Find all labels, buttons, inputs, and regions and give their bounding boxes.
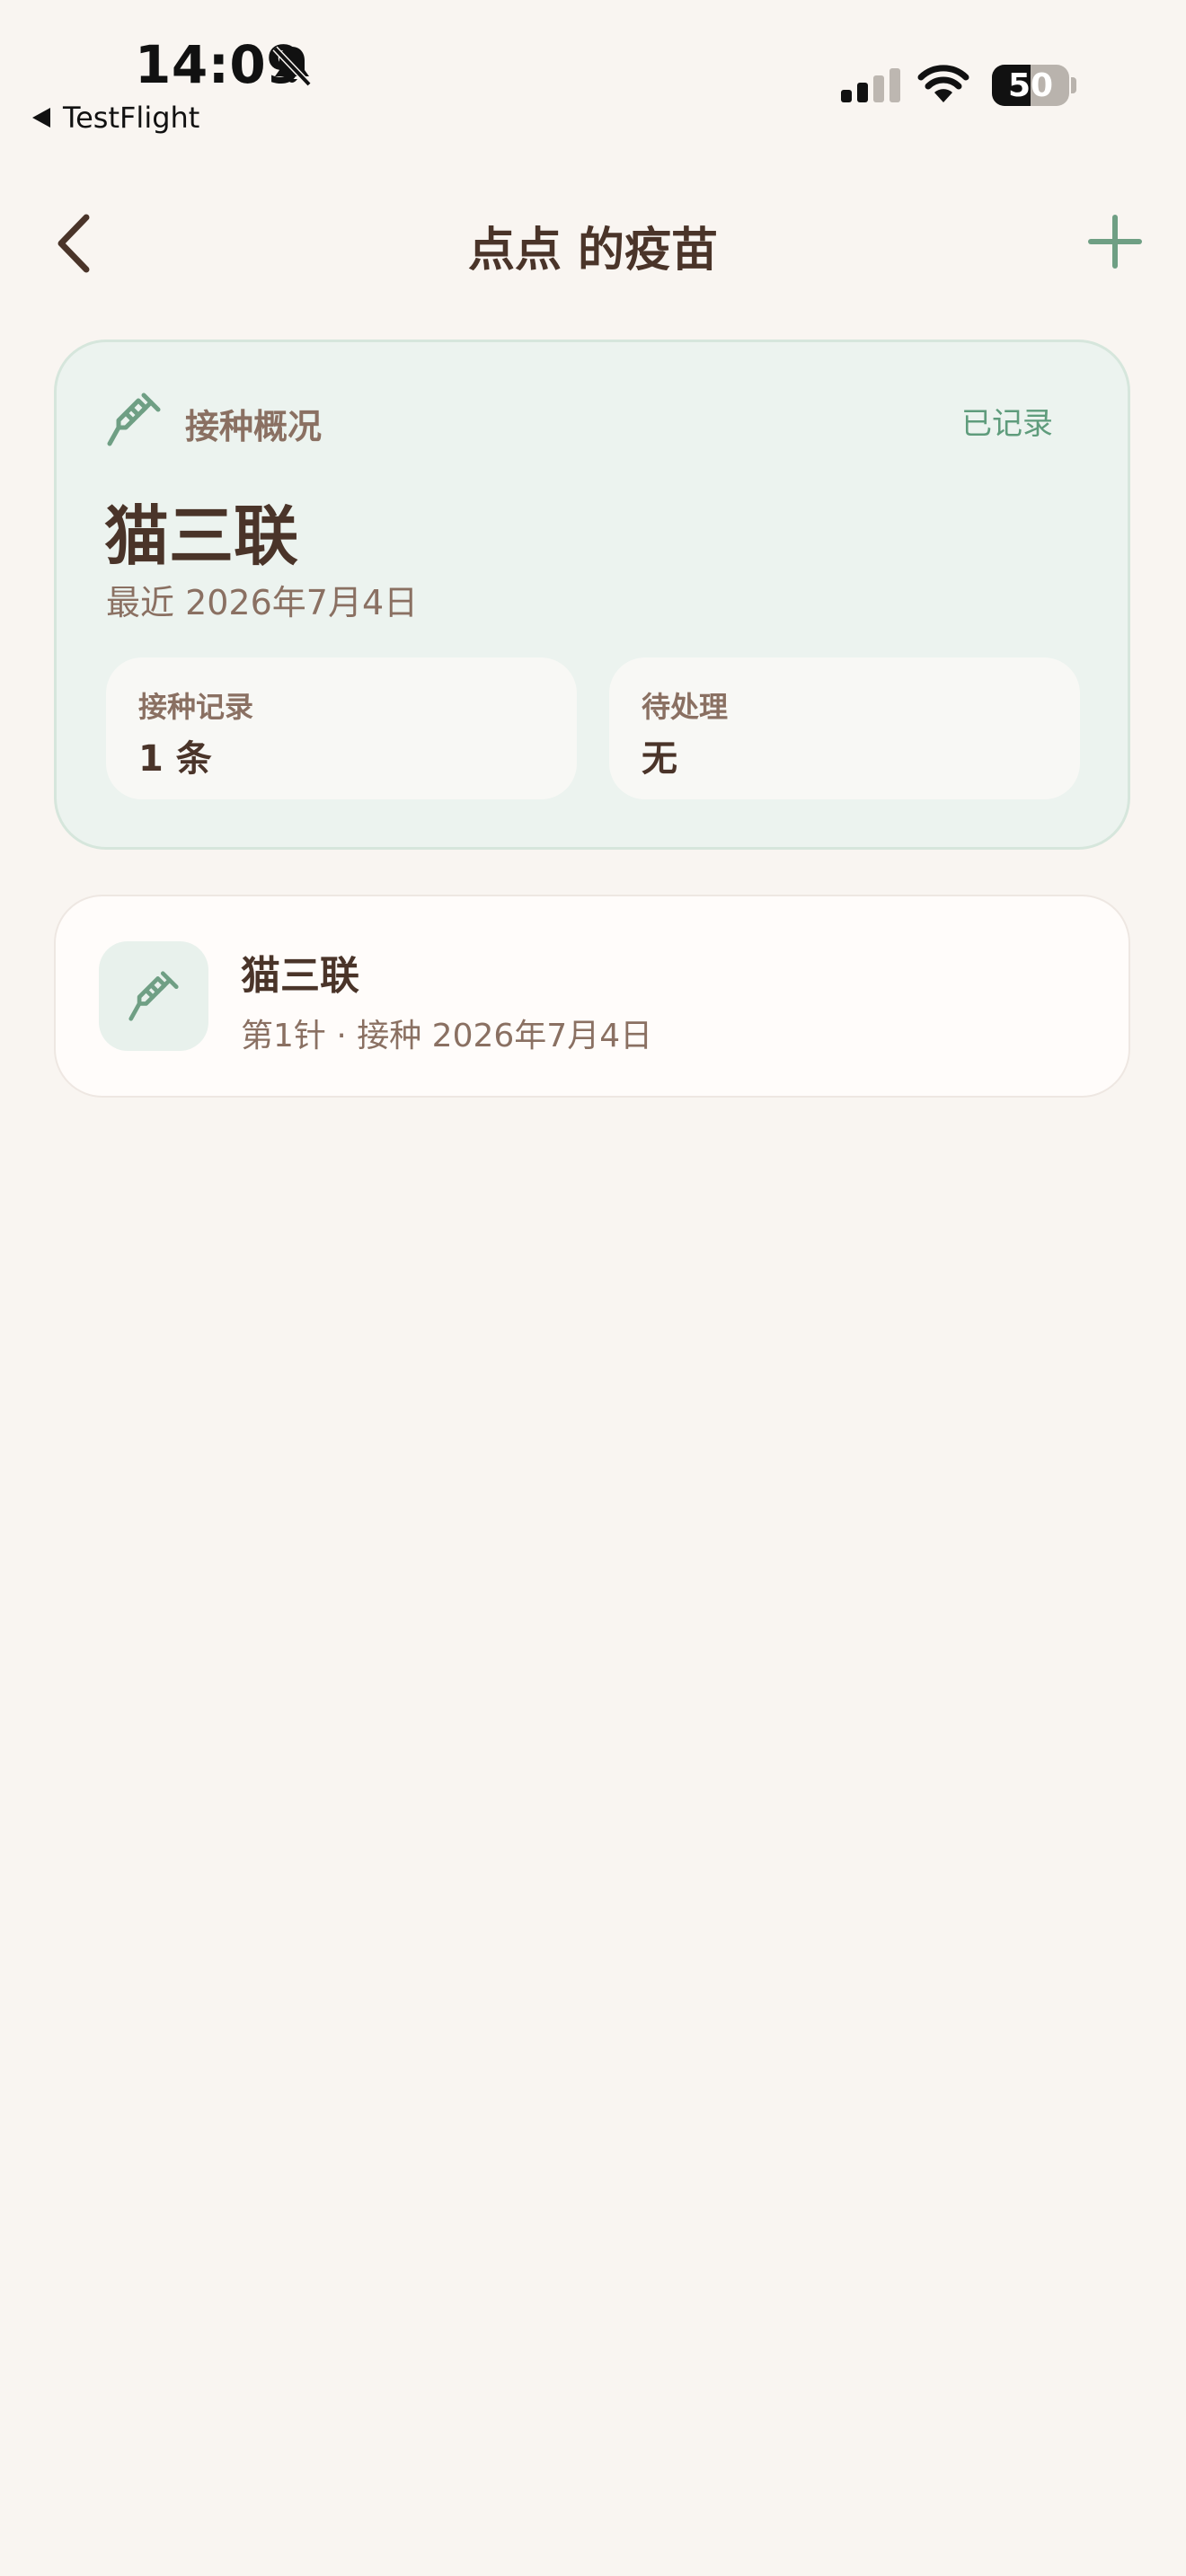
back-to-app-link[interactable]: TestFlight [32, 99, 199, 137]
back-triangle-icon [32, 108, 50, 128]
record-title: 猫三联 [241, 953, 359, 999]
battery-icon: 50 [992, 65, 1069, 106]
stat-pending: 待处理 无 [609, 657, 1080, 799]
page-title: 点点 的疫苗 [467, 224, 719, 278]
wifi-icon [917, 65, 969, 102]
record-icon-box [99, 941, 208, 1051]
record-subtitle: 第1针 · 接种 2026年7月4日 [241, 1018, 653, 1054]
stat-records: 接种记录 1 条 [106, 657, 577, 799]
list-item[interactable] [54, 895, 1130, 1098]
stat-label: 待处理 [642, 690, 729, 724]
signal-icon [841, 68, 900, 102]
plus-icon[interactable] [1087, 214, 1143, 269]
battery-level: 50 [1007, 66, 1054, 104]
stat-label: 接种记录 [138, 690, 254, 724]
back-app-label: TestFlight [63, 101, 200, 135]
syringe-icon [128, 971, 179, 1021]
summary-heading: 接种概况 [185, 407, 323, 446]
recent-date: 最近 2026年7月4日 [106, 583, 419, 622]
status-badge: 已记录 [961, 406, 1053, 442]
stat-value: 无 [642, 738, 677, 780]
battery-cap [1071, 77, 1076, 93]
bell-slash-icon [272, 46, 312, 87]
stat-value: 1 条 [138, 738, 212, 780]
vaccine-name: 猫三联 [104, 498, 299, 574]
syringe-icon [107, 393, 161, 446]
